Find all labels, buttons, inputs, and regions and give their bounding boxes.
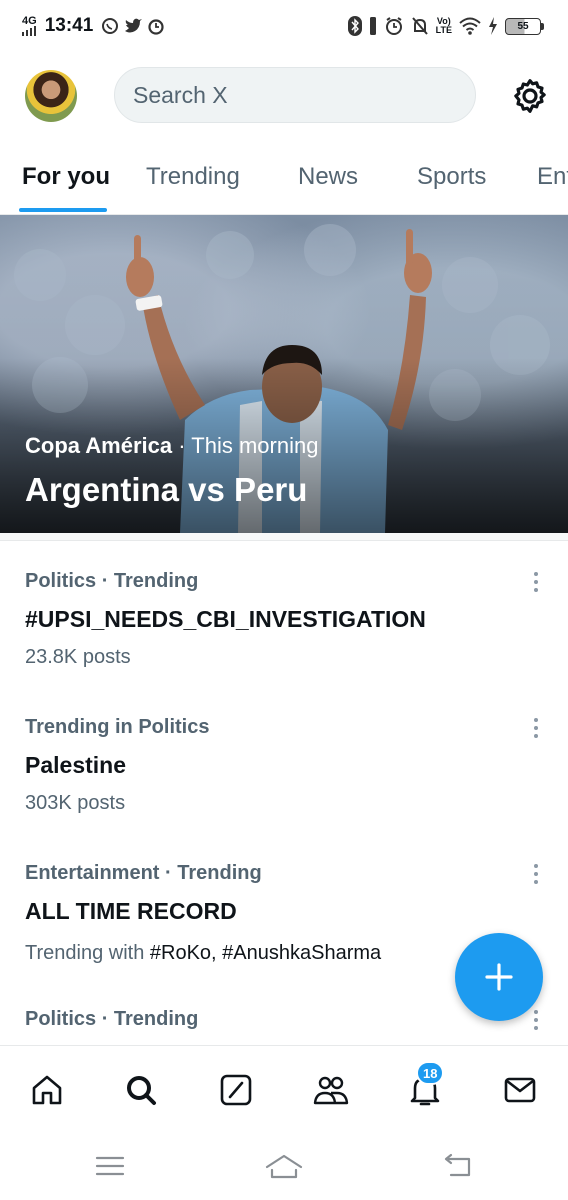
alarm-app-icon [148, 19, 164, 35]
alarm-icon [385, 17, 402, 35]
recent-apps-icon[interactable] [90, 1151, 130, 1181]
grok-icon[interactable] [214, 1068, 258, 1112]
trend-context: Politics · Trending [25, 570, 199, 592]
tab-news[interactable]: News [298, 163, 358, 191]
featured-event-card[interactable]: Copa América · This morning Argentina vs… [0, 215, 568, 533]
plus-icon [485, 963, 513, 991]
home-icon[interactable] [25, 1068, 69, 1112]
tab-sports[interactable]: Sports [417, 163, 486, 191]
trend-related: Trending with #RoKo, #AnushkaSharma [25, 942, 381, 965]
trend-context: Entertainment · Trending [25, 862, 262, 884]
bottom-navigation: 18 [0, 1045, 568, 1135]
home-button-icon[interactable] [264, 1151, 304, 1181]
trend-title: Palestine [25, 752, 126, 778]
profile-avatar[interactable] [25, 70, 77, 122]
bluetooth-icon [347, 16, 362, 36]
charging-icon [489, 17, 497, 35]
more-options-icon[interactable] [528, 716, 544, 740]
event-title: Argentina vs Peru [25, 471, 308, 508]
compose-post-button[interactable] [455, 933, 543, 1021]
mute-notifications-icon [411, 17, 428, 35]
trend-context: Politics · Trending [25, 1008, 199, 1030]
trend-item[interactable]: Politics · Trending #UPSI_NEEDS_CBI_INVE… [0, 570, 568, 690]
trend-context: Trending in Politics [25, 716, 210, 738]
trend-title: #UPSI_NEEDS_CBI_INVESTIGATION [25, 606, 426, 632]
clock: 13:41 [44, 15, 94, 36]
battery-level: 55 [517, 20, 529, 32]
search-input[interactable]: Search X [114, 67, 476, 123]
messages-icon[interactable] [498, 1068, 542, 1112]
settings-gear-icon[interactable] [510, 76, 550, 116]
status-bar: 4G 13:41 Vo) LTE 55 [0, 0, 568, 52]
explore-tabs: For you Trending News Sports Ent [0, 145, 568, 215]
tab-trending[interactable]: Trending [146, 163, 240, 191]
network-type: 4G [22, 15, 37, 27]
battery-indicator: 55 [505, 17, 544, 35]
vibrate-icon [369, 17, 376, 35]
trending-with-label: Trending with [25, 942, 145, 964]
top-header: Search X [0, 60, 568, 132]
volte-indicator: Vo) LTE [436, 17, 452, 35]
trend-item[interactable]: Trending in Politics Palestine 303K post… [0, 716, 568, 836]
event-meta: Copa América · This morning [25, 433, 318, 459]
trend-post-count: 23.8K posts [25, 646, 131, 668]
wifi-icon [459, 17, 481, 35]
more-options-icon[interactable] [528, 862, 544, 886]
more-options-icon[interactable] [528, 570, 544, 594]
trend-title: ALL TIME RECORD [25, 898, 237, 924]
tab-entertainment[interactable]: Ent [537, 163, 568, 191]
more-options-icon[interactable] [528, 1008, 544, 1032]
search-placeholder: Search X [133, 81, 228, 108]
lte-label: LTE [435, 25, 452, 35]
whatsapp-icon [102, 18, 119, 34]
section-divider [0, 533, 568, 541]
notifications-badge: 18 [416, 1061, 445, 1085]
network-indicator: 4G [22, 16, 37, 36]
signal-icon [22, 26, 36, 36]
search-icon[interactable] [119, 1068, 163, 1112]
event-time: · This morning [178, 433, 319, 458]
system-navigation-bar [0, 1135, 568, 1200]
communities-icon[interactable] [309, 1068, 353, 1112]
back-icon[interactable] [438, 1151, 478, 1181]
event-category: Copa América [25, 433, 173, 458]
tab-for-you[interactable]: For you [22, 163, 110, 191]
active-tab-indicator [19, 208, 107, 212]
trend-post-count: 303K posts [25, 792, 126, 814]
twitter-bird-icon [125, 18, 143, 33]
related-hashtags[interactable]: #RoKo, #AnushkaSharma [150, 942, 381, 964]
